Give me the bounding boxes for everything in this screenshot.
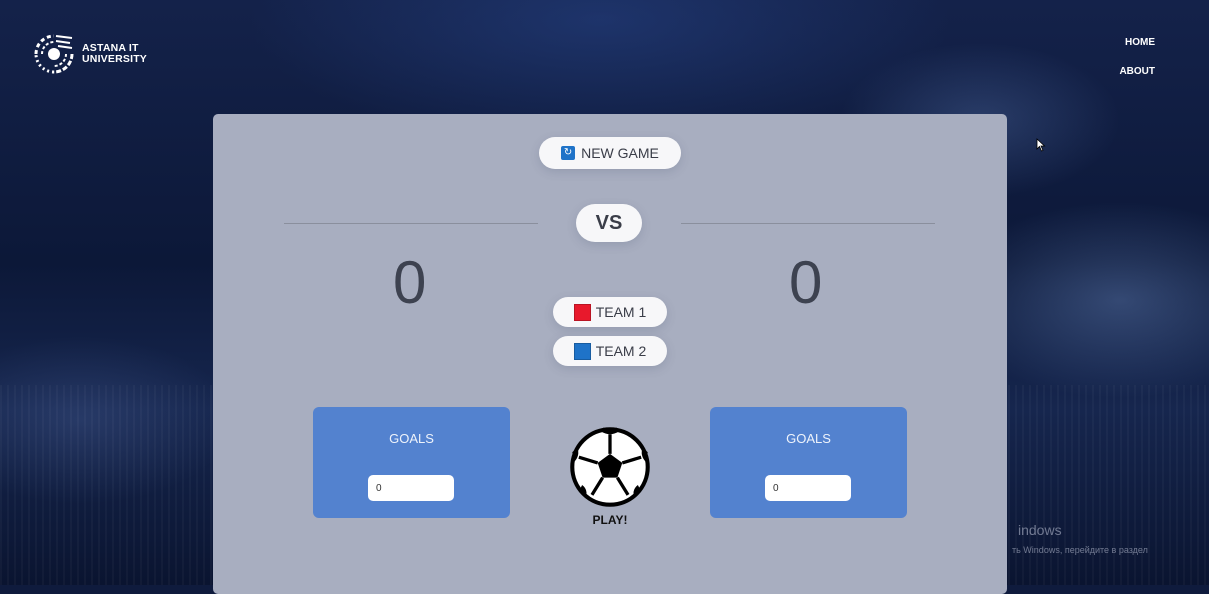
logo-icon bbox=[34, 34, 74, 74]
new-game-label: NEW GAME bbox=[581, 145, 659, 161]
team1-color-swatch bbox=[573, 303, 591, 321]
play-label[interactable]: PLAY! bbox=[579, 513, 641, 527]
team1-label: TEAM 1 bbox=[595, 304, 647, 320]
activation-watermark-title: indows bbox=[1018, 522, 1062, 538]
vs-badge: VS bbox=[576, 204, 642, 242]
team2-score: 0 bbox=[789, 249, 823, 316]
nav-about-link[interactable]: ABOUT bbox=[1119, 66, 1155, 77]
divider-left bbox=[284, 223, 538, 224]
team1-goals-label: GOALS bbox=[389, 431, 434, 446]
soccer-ball-icon[interactable] bbox=[569, 426, 651, 508]
team2-goals-label: GOALS bbox=[786, 431, 831, 446]
team2-button[interactable]: TEAM 2 bbox=[553, 336, 667, 366]
top-nav: HOME ABOUT bbox=[1119, 37, 1155, 95]
refresh-icon: ↻ bbox=[561, 146, 576, 160]
team1-score: 0 bbox=[393, 249, 427, 316]
team1-goals-card: GOALS bbox=[313, 407, 510, 518]
activation-watermark-text: ть Windows, перейдите в раздел bbox=[1012, 545, 1148, 555]
logo-text: ASTANA IT UNIVERSITY bbox=[82, 43, 147, 65]
team2-goals-card: GOALS bbox=[710, 407, 907, 518]
nav-home-link[interactable]: HOME bbox=[1119, 37, 1155, 48]
team2-label: TEAM 2 bbox=[595, 343, 647, 359]
team1-button[interactable]: TEAM 1 bbox=[553, 297, 667, 327]
team2-color-swatch bbox=[573, 342, 591, 360]
university-logo[interactable]: ASTANA IT UNIVERSITY bbox=[30, 24, 147, 84]
mouse-cursor-icon bbox=[1036, 138, 1046, 152]
divider-right bbox=[681, 223, 935, 224]
logo-text-line2: UNIVERSITY bbox=[82, 53, 148, 65]
game-panel: ↻ NEW GAME VS 0 0 TEAM 1 TEAM 2 GOALS PL… bbox=[213, 114, 1007, 594]
team1-goals-input[interactable] bbox=[368, 475, 454, 501]
new-game-button[interactable]: ↻ NEW GAME bbox=[539, 137, 681, 169]
team2-goals-input[interactable] bbox=[765, 475, 851, 501]
